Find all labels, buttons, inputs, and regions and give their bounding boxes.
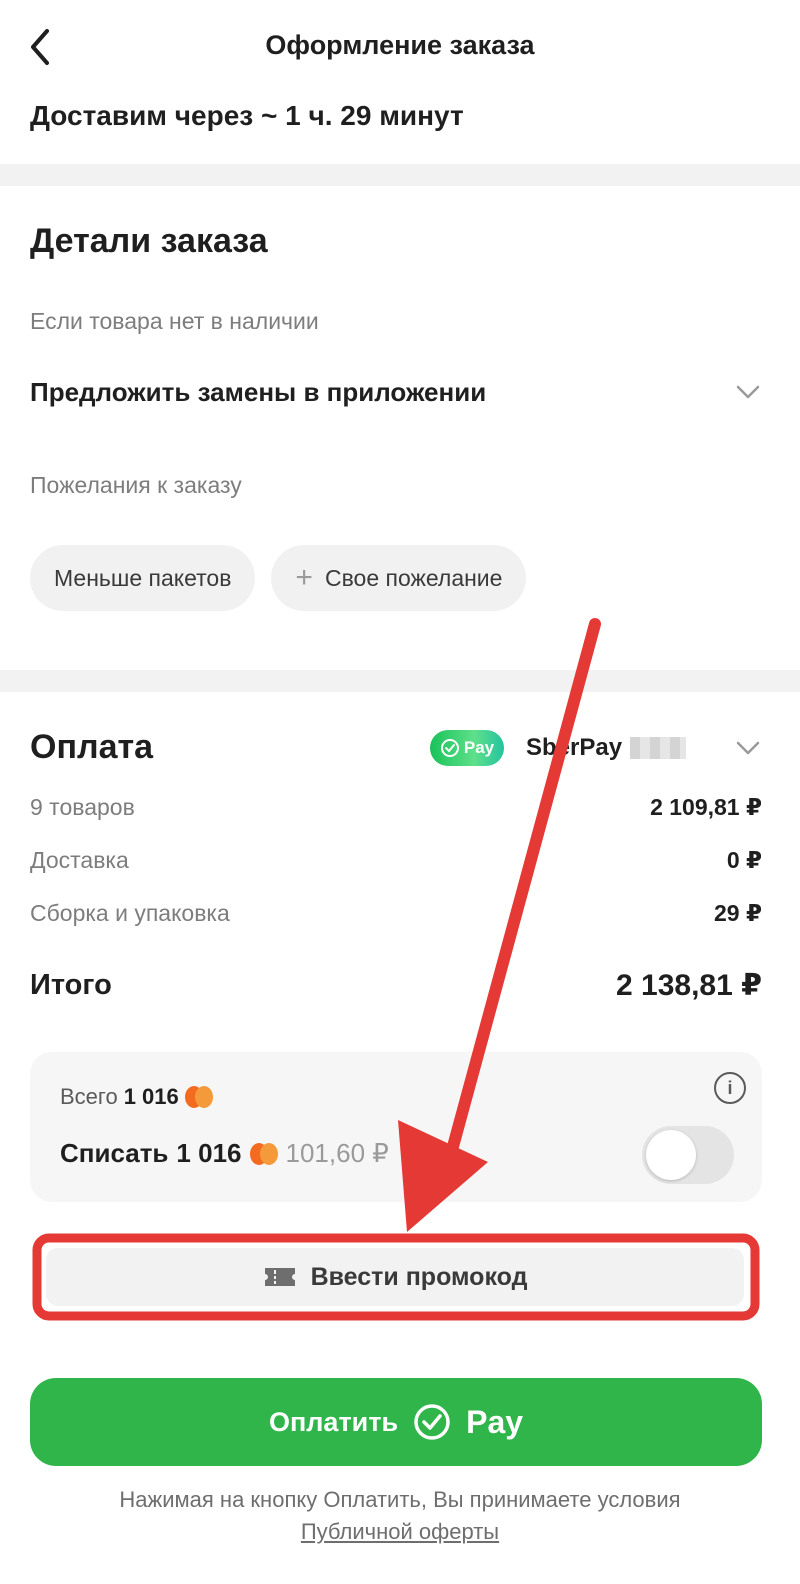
chevron-down-icon: [736, 380, 760, 404]
total-value: 2 138,81 ₽: [616, 969, 762, 1002]
check-circle-icon: [440, 739, 459, 757]
payment-method-select[interactable]: Pay SberPay: [430, 726, 760, 770]
chip-fewer-bags[interactable]: Меньше пакетов: [30, 545, 256, 611]
bonus-spend-amount: 1 016: [176, 1138, 242, 1168]
public-offer-link[interactable]: Публичной оферты: [301, 1519, 499, 1544]
bonus-total-prefix: Всего: [60, 1084, 118, 1109]
page-title: Оформление заказа: [265, 30, 535, 60]
row-value: 29 ₽: [714, 900, 762, 926]
wishes-label: Пожелания к заказу: [30, 472, 242, 498]
chip-label: Меньше пакетов: [54, 564, 232, 591]
bonus-card: Всего 1 016 i Списать 1 016 101,60 ₽: [30, 1052, 762, 1202]
section-divider: [0, 670, 800, 692]
out-of-stock-label: Если товара нет в наличии: [30, 308, 319, 334]
check-circle-icon: [414, 1404, 450, 1440]
bonus-total: Всего 1 016: [60, 1084, 213, 1110]
section-divider: [0, 164, 800, 186]
summary-total: Итого 2 138,81 ₽: [30, 968, 762, 1003]
promo-label: Ввести промокод: [310, 1262, 528, 1291]
plus-icon: +: [295, 561, 313, 594]
row-value: 0 ₽: [726, 847, 762, 873]
summary-row-packing: Сборка и упаковка 29 ₽: [30, 900, 762, 927]
row-label: Сборка и упаковка: [30, 900, 230, 926]
out-of-stock-select[interactable]: Предложить замены в приложении: [30, 370, 760, 414]
chip-label: Свое пожелание: [324, 564, 503, 591]
promo-code-button[interactable]: Ввести промокод: [46, 1248, 744, 1306]
row-value: 2 109,81 ₽: [650, 794, 762, 820]
chip-custom-wish[interactable]: + Свое пожелание: [271, 545, 527, 611]
payment-method-name: SberPay: [526, 734, 623, 761]
info-icon[interactable]: i: [714, 1072, 746, 1104]
header: Оформление заказа: [0, 0, 800, 96]
toggle-knob: [646, 1130, 696, 1180]
sberpay-badge: Pay: [430, 730, 504, 766]
pay-brand: Pay: [466, 1403, 524, 1440]
bonus-total-amount: 1 016: [123, 1084, 179, 1109]
masked-card-number: [630, 737, 687, 759]
row-label: 9 товаров: [30, 794, 135, 820]
bonus-coin-icon: [249, 1142, 278, 1165]
bonus-toggle[interactable]: [642, 1126, 734, 1184]
summary-row-items: 9 товаров 2 109,81 ₽: [30, 794, 762, 821]
pay-button-label: Оплатить: [268, 1406, 399, 1437]
terms-text: Нажимая на кнопку Оплатить, Вы принимает…: [0, 1484, 800, 1548]
bonus-coin-icon: [184, 1086, 213, 1108]
delivery-time: Доставим через ~ 1 ч. 29 минут: [30, 100, 464, 131]
payment-title: Оплата: [30, 728, 154, 766]
pay-button[interactable]: Оплатить Pay: [30, 1378, 762, 1466]
bonus-spend-prefix: Списать: [60, 1138, 169, 1168]
total-label: Итого: [30, 969, 112, 1001]
terms-sentence: Нажимая на кнопку Оплатить, Вы принимает…: [119, 1487, 681, 1512]
out-of-stock-value: Предложить замены в приложении: [30, 376, 487, 407]
row-label: Доставка: [30, 847, 129, 873]
badge-label: Pay: [463, 738, 495, 757]
chevron-down-icon: [736, 736, 760, 760]
order-details-title: Детали заказа: [30, 222, 268, 260]
wishes-chips: Меньше пакетов + Свое пожелание: [30, 545, 527, 611]
bonus-spend-rub: 101,60 ₽: [285, 1138, 389, 1168]
bonus-spend: Списать 1 016 101,60 ₽: [60, 1138, 389, 1169]
summary-row-delivery: Доставка 0 ₽: [30, 847, 762, 874]
ticket-icon: [264, 1268, 295, 1286]
